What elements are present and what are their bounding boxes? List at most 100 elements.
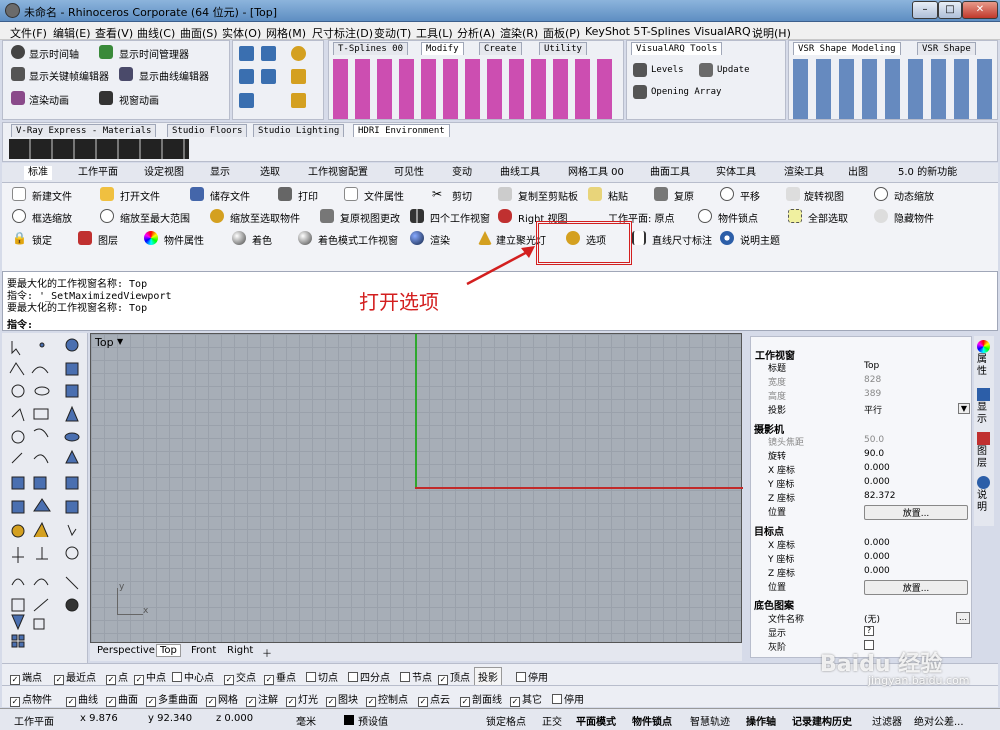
copy-button[interactable]: 复制至剪贴板 (518, 188, 578, 203)
osnap-mid-checkbox[interactable]: ✓ (134, 675, 144, 685)
tab-select[interactable]: 选取 (260, 166, 280, 180)
projection-dropdown-icon[interactable]: ▼ (958, 403, 970, 414)
osnap-quad[interactable]: 四分点 (348, 669, 390, 684)
maximize-button[interactable]: □ (938, 1, 962, 19)
filter-curve[interactable]: ✓ 曲线 (66, 691, 98, 707)
tab-utility[interactable]: Utility (539, 42, 587, 55)
tab-tsplines[interactable]: T-Splines 00 (333, 42, 409, 55)
prop-row-tgt-x[interactable]: X 座标 0.000 (754, 538, 970, 552)
tab-set-view[interactable]: 设定视图 (144, 166, 184, 180)
render-animation-button[interactable]: 渲染动画 (29, 92, 69, 107)
command-prompt[interactable]: 指令: (7, 316, 33, 331)
show-keyframe-editor-button[interactable]: 显示关键帧编辑器 (29, 68, 109, 83)
osnap-center-checkbox[interactable] (172, 672, 182, 682)
status-gumball[interactable]: 操作轴 (746, 713, 776, 728)
prop-row-cam-z[interactable]: Z 座标 82.372 (754, 491, 970, 505)
tab-perspective[interactable]: Perspective (94, 645, 158, 656)
filter-hatch-checkbox[interactable]: ✓ (460, 697, 470, 707)
filter-point[interactable]: ✓ 点物件 (10, 691, 52, 707)
osnap-point-checkbox[interactable]: ✓ (106, 675, 116, 685)
tab-display-panel[interactable]: 显示 (977, 402, 991, 426)
filter-other[interactable]: ✓ 其它 (510, 691, 542, 707)
show-background-checkbox[interactable]: ? (864, 626, 874, 636)
filter-disable[interactable]: 停用 (552, 691, 584, 706)
tab-top[interactable]: Top (156, 644, 181, 657)
filter-cp-checkbox[interactable]: ✓ (366, 697, 376, 707)
menu-surface[interactable]: 曲面(S) (180, 25, 218, 41)
new-file-button[interactable]: 新建文件 (32, 188, 72, 203)
filter-annotation[interactable]: ✓ 注解 (246, 691, 278, 707)
osnap-knot[interactable]: 节点 (400, 669, 432, 684)
filter-polysurface[interactable]: ✓ 多重曲面 (146, 691, 198, 707)
open-file-button[interactable]: 打开文件 (120, 188, 160, 203)
status-planar[interactable]: 平面模式 (576, 713, 616, 728)
filter-block-checkbox[interactable]: ✓ (326, 697, 336, 707)
tab-visibility[interactable]: 可见性 (394, 166, 424, 180)
tab-properties[interactable]: 属性 (977, 354, 991, 378)
show-time-manager-button[interactable]: 显示时间管理器 (119, 46, 189, 61)
status-history[interactable]: 记录建构历史 (792, 713, 852, 728)
undo-view-change-button[interactable]: 复原视图更改 (340, 210, 400, 225)
status-filter[interactable]: 过滤器 (872, 713, 902, 728)
show-timeline-button[interactable]: 显示时间轴 (29, 46, 79, 61)
file-properties-button[interactable]: 文件属性 (364, 188, 404, 203)
filter-point-cloud[interactable]: ✓ 点云 (418, 691, 450, 707)
filter-block[interactable]: ✓ 图块 (326, 691, 358, 707)
filter-surface[interactable]: ✓ 曲面 (106, 691, 138, 707)
menu-tsplines[interactable]: T-Splines (641, 25, 690, 38)
tool-icons[interactable] (2, 333, 88, 653)
osnap-intersection[interactable]: ✓ 交点 (224, 669, 256, 685)
menu-file[interactable]: 文件(F) (10, 25, 47, 41)
tab-create[interactable]: Create (479, 42, 522, 55)
osnap-project-toggle[interactable]: 投影 (474, 667, 502, 686)
command-input[interactable] (45, 315, 990, 329)
rotate-view-button[interactable]: 旋转视图 (804, 188, 844, 203)
pan-button[interactable]: 平移 (740, 188, 760, 203)
cut-button[interactable]: 剪切 (452, 188, 472, 203)
menu-panels[interactable]: 面板(P) (543, 25, 580, 41)
shade-button[interactable]: 着色 (252, 232, 272, 247)
filter-polysurface-checkbox[interactable]: ✓ (146, 697, 156, 707)
decal-icon[interactable] (291, 93, 306, 108)
prop-row-tgt-y[interactable]: Y 座标 0.000 (754, 552, 970, 566)
menu-visualarq[interactable]: VisualARQ (694, 25, 751, 38)
menu-dimension[interactable]: 尺寸标注(D) (312, 25, 373, 41)
filter-other-checkbox[interactable]: ✓ (510, 697, 520, 707)
filter-surface-checkbox[interactable]: ✓ (106, 697, 116, 707)
tab-layers[interactable]: 图层 (977, 446, 991, 470)
tab-help[interactable]: 说明 (977, 490, 991, 514)
show-curve-editor-button[interactable]: 显示曲线编辑器 (139, 68, 209, 83)
material-icon[interactable] (291, 46, 306, 61)
osnap-tangent[interactable]: 切点 (306, 669, 338, 684)
status-osnap[interactable]: 物件锁点 (632, 713, 672, 728)
osnap-center[interactable]: 中心点 (172, 669, 214, 684)
tab-curve-tools[interactable]: 曲线工具 (500, 166, 540, 180)
osnap-near-checkbox[interactable]: ✓ (54, 675, 64, 685)
tab-transform[interactable]: 变动 (452, 166, 472, 180)
tab-hdri-environment[interactable]: HDRI Environment (353, 124, 450, 137)
osnap-perp[interactable]: ✓ 垂点 (264, 669, 296, 685)
tab-vray-materials[interactable]: V-Ray Express - Materials (11, 124, 157, 137)
filter-pointcloud-checkbox[interactable]: ✓ (418, 697, 428, 707)
tab-mesh-tools[interactable]: 网格工具 00 (568, 166, 624, 180)
osnap-int-checkbox[interactable]: ✓ (224, 675, 234, 685)
menu-solid[interactable]: 实体(O) (222, 25, 261, 41)
filter-point-checkbox[interactable]: ✓ (10, 697, 20, 707)
tab-render-tools[interactable]: 渲染工具 (784, 166, 824, 180)
osnap-tan-checkbox[interactable] (306, 672, 316, 682)
prop-row-cam-x[interactable]: X 座标 0.000 (754, 463, 970, 477)
object-snap-button[interactable]: 物件锁点 (718, 210, 758, 225)
tab-viewport-layout[interactable]: 工作视窗配置 (308, 166, 368, 180)
tab-vsr-shape[interactable]: VSR Shape (917, 42, 976, 55)
osnap-disable-checkbox[interactable] (516, 672, 526, 682)
render-button[interactable]: 渲染 (430, 232, 450, 247)
osnap-near[interactable]: ✓ 最近点 (54, 669, 96, 685)
prop-row-cam-y[interactable]: Y 座标 0.000 (754, 477, 970, 491)
prop-row-tgt-z[interactable]: Z 座标 0.000 (754, 566, 970, 580)
prop-row-projection[interactable]: 投影 平行 ▼ (754, 403, 970, 417)
filter-curve-checkbox[interactable]: ✓ (66, 697, 76, 707)
paste-button[interactable]: 粘贴 (608, 188, 628, 203)
array-icon[interactable] (239, 93, 254, 108)
add-viewport-icon[interactable]: ＋ (262, 645, 272, 660)
osnap-disable[interactable]: 停用 (516, 669, 548, 684)
